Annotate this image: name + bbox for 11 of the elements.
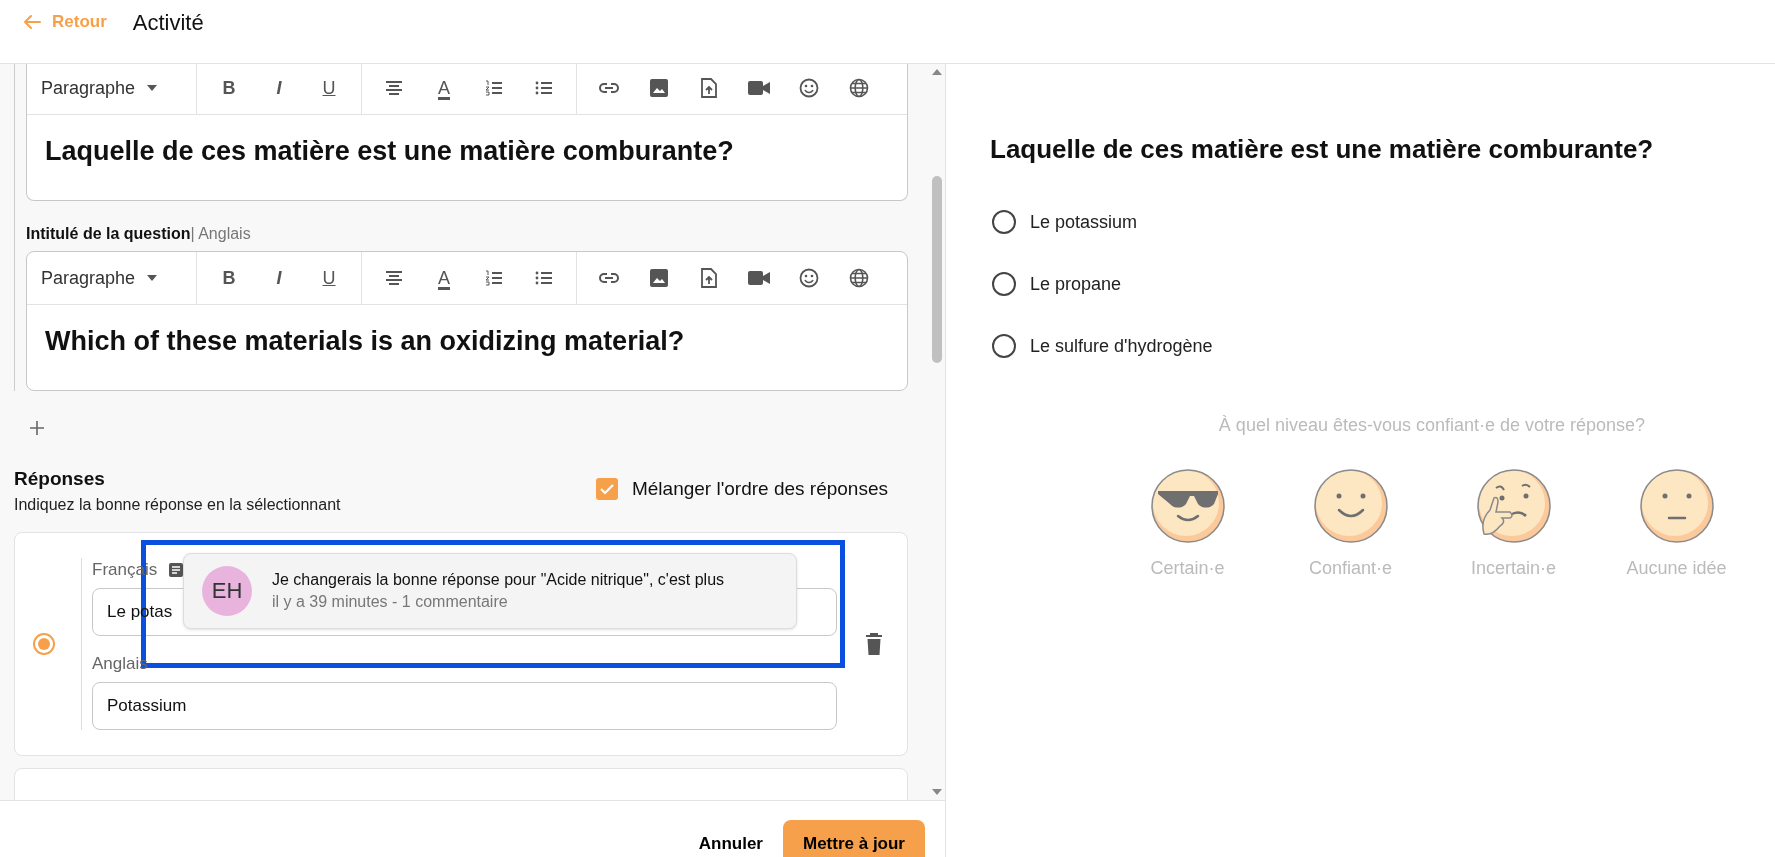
section-hint: Indiquez la bonne réponse en la sélectionnant [14, 496, 341, 514]
comment-text: Je changerais la bonne réponse pour "Acide nitrique", c'est plus [272, 571, 725, 589]
confidence-prompt: À quel niveau êtes-vous confiant·e de votre réponse? [1218, 415, 1646, 436]
avatar: EH [202, 566, 252, 616]
comment-meta: il y a 39 minutes - 1 commentaire [272, 593, 509, 611]
page-title: Activité [132, 10, 204, 36]
language-label: Anglais [92, 654, 148, 674]
question-title: Laquelle de ces matière est une matière comburante? [990, 134, 1655, 165]
field-label: Intitulé de la question [26, 225, 191, 242]
section-title: Réponses [14, 468, 106, 490]
language-label: | Anglais [190, 225, 251, 242]
